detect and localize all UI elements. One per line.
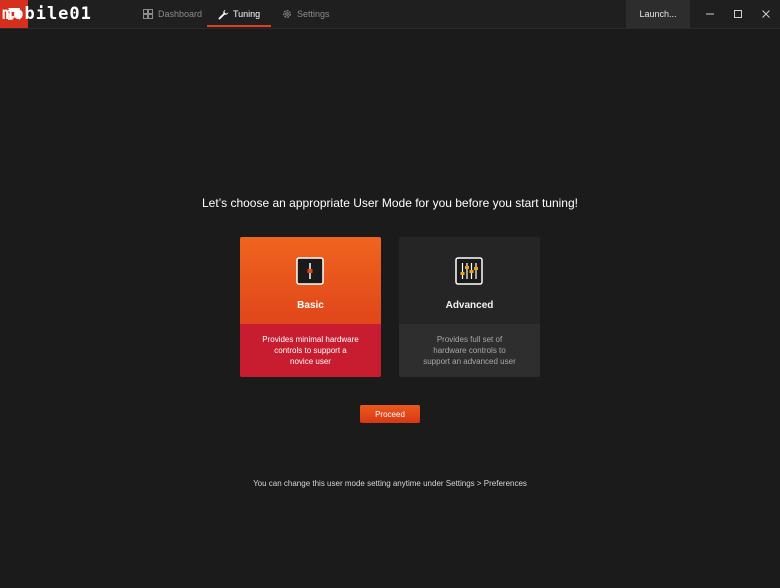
basic-card-header: Basic — [240, 237, 381, 324]
minimize-button[interactable] — [696, 0, 724, 28]
advanced-mode-card[interactable]: Advanced Provides full set of hardware c… — [399, 237, 540, 377]
basic-mode-card[interactable]: Basic Provides minimal hardware controls… — [240, 237, 381, 377]
footer-note: You can change this user mode setting an… — [253, 479, 527, 488]
gear-icon — [282, 9, 292, 19]
launch-button[interactable]: Launch... — [626, 0, 690, 28]
tab-settings-label: Settings — [297, 9, 330, 19]
tab-settings[interactable]: Settings — [282, 0, 330, 28]
tab-dashboard-label: Dashboard — [158, 9, 203, 19]
maximize-icon — [734, 10, 742, 18]
advanced-card-header: Advanced — [399, 237, 540, 324]
advanced-card-description: Provides full set of hardware controls t… — [399, 324, 540, 377]
advanced-card-title: Advanced — [445, 300, 494, 311]
tab-tuning[interactable]: Tuning — [218, 0, 260, 28]
tab-dashboard[interactable]: Dashboard — [143, 0, 202, 28]
watermark-logo: mobile01 — [2, 4, 92, 24]
active-tab-indicator — [207, 25, 271, 27]
wrench-icon — [218, 9, 229, 20]
basic-card-description: Provides minimal hardware controls to su… — [240, 324, 381, 377]
single-slider-icon — [296, 257, 324, 285]
basic-card-title: Basic — [297, 300, 324, 311]
maximize-button[interactable] — [724, 0, 752, 28]
close-icon — [762, 10, 770, 18]
page-heading: Let’s choose an appropriate User Mode fo… — [201, 196, 578, 210]
proceed-button[interactable]: Proceed — [360, 405, 420, 423]
minimize-icon — [706, 13, 714, 15]
close-button[interactable] — [752, 0, 780, 28]
dashboard-icon — [143, 9, 153, 19]
title-bar: mobile01 Dashboard Tuning Settings Launc… — [0, 0, 780, 29]
multi-slider-icon — [455, 257, 483, 285]
tab-tuning-label: Tuning — [233, 9, 261, 19]
